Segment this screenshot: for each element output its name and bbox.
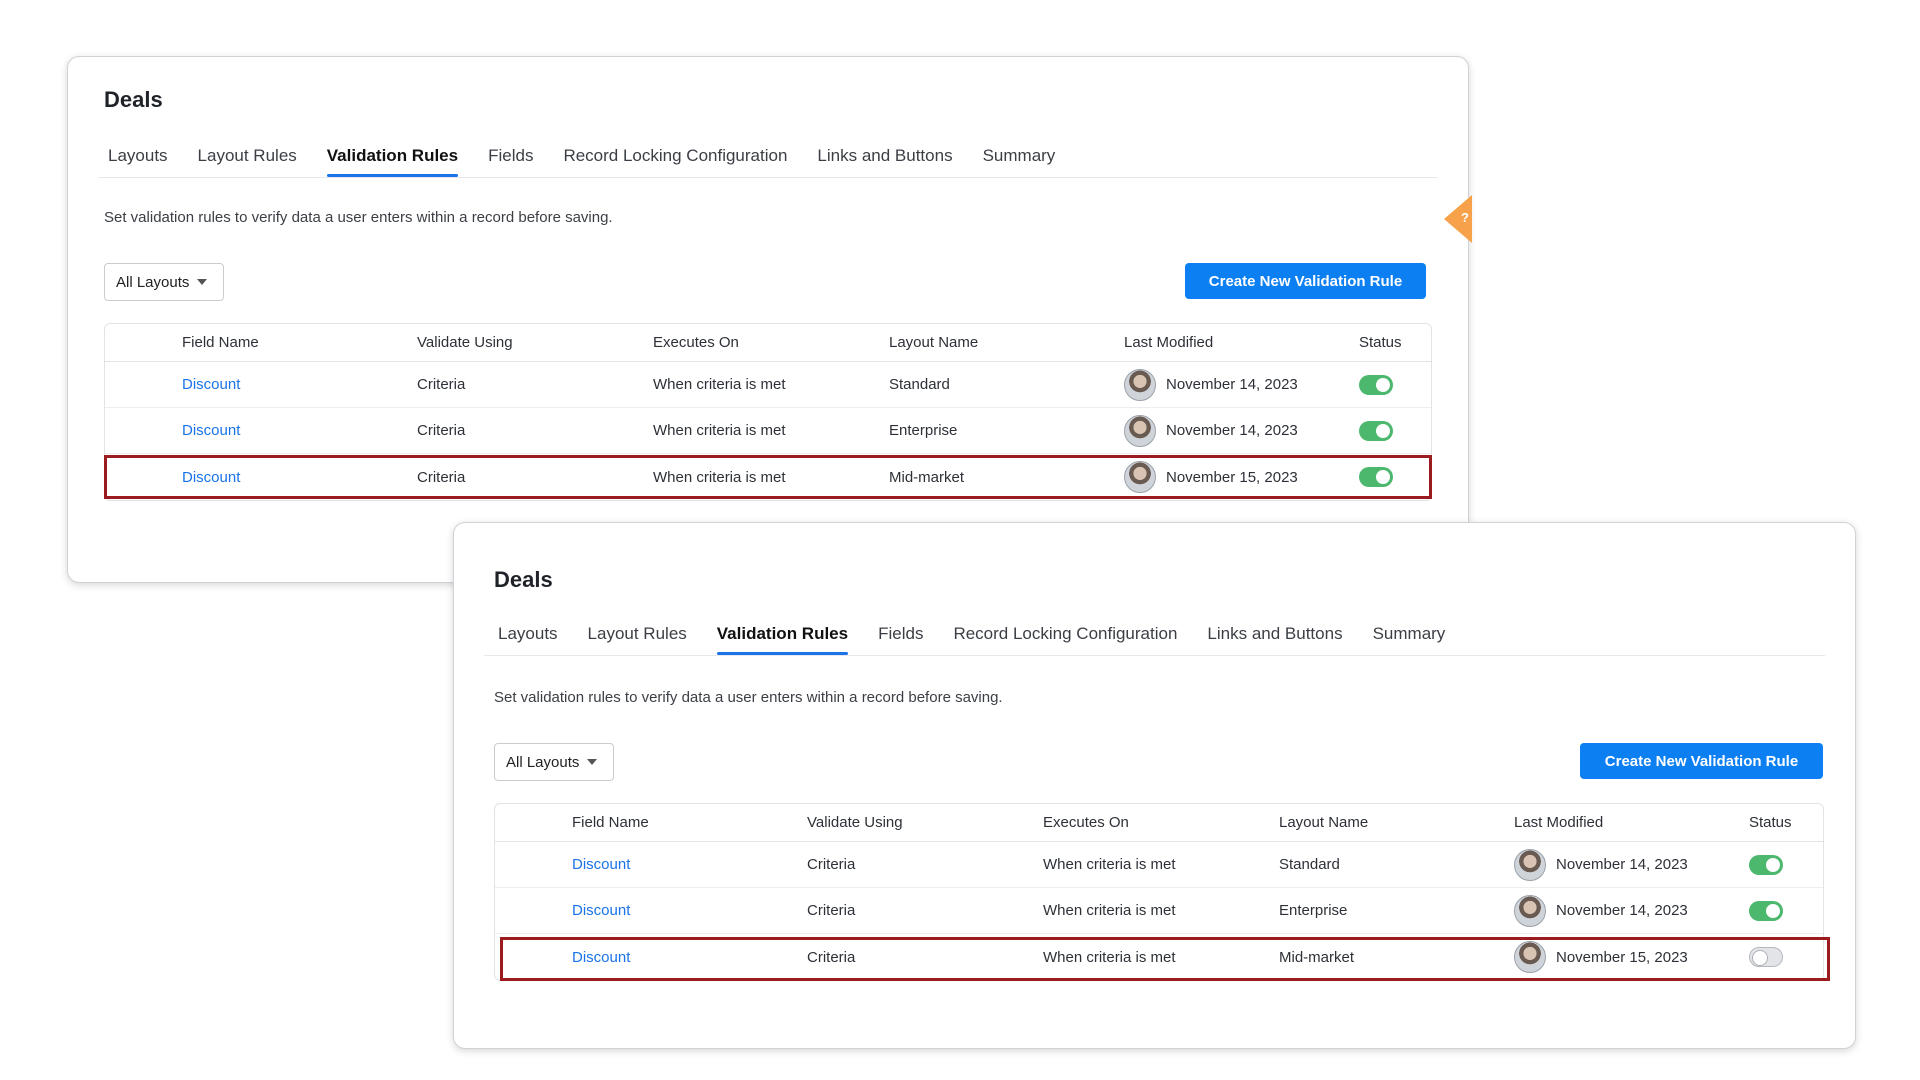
create-validation-rule-button[interactable]: Create New Validation Rule <box>1185 263 1426 299</box>
validate-using-cell: Criteria <box>807 902 856 919</box>
field-name-link[interactable]: Discount <box>572 902 630 919</box>
last-modified-cell: November 15, 2023 <box>1514 941 1688 973</box>
table-row[interactable]: Discount Criteria When criteria is met M… <box>105 454 1431 500</box>
chevron-down-icon <box>587 759 598 765</box>
field-name-link[interactable]: Discount <box>182 469 240 486</box>
table-header: Field Name Validate Using Executes On La… <box>495 804 1823 842</box>
question-mark-icon: ? <box>1461 210 1469 225</box>
layout-name-cell: Enterprise <box>889 422 958 439</box>
validation-rules-table: Field Name Validate Using Executes On La… <box>494 803 1824 981</box>
modified-date: November 14, 2023 <box>1166 376 1298 393</box>
layout-name-cell: Enterprise <box>1279 902 1348 919</box>
status-toggle[interactable] <box>1359 467 1393 487</box>
help-tab[interactable]: ? <box>1444 195 1472 243</box>
validate-using-cell: Criteria <box>417 468 466 486</box>
avatar <box>1514 894 1546 927</box>
table-header: Field Name Validate Using Executes On La… <box>105 324 1431 362</box>
column-header-layout-name[interactable]: Layout Name <box>889 334 978 351</box>
status-toggle[interactable] <box>1749 947 1783 967</box>
avatar <box>1514 848 1546 881</box>
status-toggle[interactable] <box>1749 854 1783 875</box>
column-header-status[interactable]: Status <box>1749 814 1792 831</box>
column-header-last-modified[interactable]: Last Modified <box>1514 814 1603 831</box>
last-modified-cell: November 14, 2023 <box>1124 414 1298 447</box>
tabs-divider <box>484 655 1825 656</box>
column-header-last-modified[interactable]: Last Modified <box>1124 334 1213 351</box>
layout-name-cell: Standard <box>889 376 950 393</box>
avatar <box>1514 941 1546 973</box>
table-row[interactable]: Discount Criteria When criteria is met M… <box>495 934 1823 980</box>
column-header-validate-using[interactable]: Validate Using <box>807 814 903 831</box>
executes-on-cell: When criteria is met <box>653 468 786 486</box>
table-row[interactable]: Discount Criteria When criteria is met E… <box>105 408 1431 454</box>
table-row[interactable]: Discount Criteria When criteria is met S… <box>105 362 1431 408</box>
avatar <box>1124 461 1156 493</box>
column-header-layout-name[interactable]: Layout Name <box>1279 814 1368 831</box>
avatar <box>1124 414 1156 447</box>
validate-using-cell: Criteria <box>417 376 466 393</box>
layout-filter-select[interactable]: All Layouts <box>494 743 614 781</box>
layout-name-cell: Mid-market <box>889 468 965 486</box>
modified-date: November 15, 2023 <box>1556 948 1688 966</box>
field-name-link[interactable]: Discount <box>182 422 240 439</box>
last-modified-cell: November 15, 2023 <box>1124 461 1298 493</box>
modified-date: November 15, 2023 <box>1166 468 1298 486</box>
executes-on-cell: When criteria is met <box>1043 948 1176 966</box>
modified-date: November 14, 2023 <box>1556 856 1688 873</box>
status-toggle[interactable] <box>1749 900 1783 921</box>
validation-rules-panel-after: Deals Layouts Layout Rules Validation Ru… <box>453 522 1856 1049</box>
last-modified-cell: November 14, 2023 <box>1514 848 1688 881</box>
validate-using-cell: Criteria <box>417 422 466 439</box>
modified-date: November 14, 2023 <box>1556 902 1688 919</box>
layout-filter-select[interactable]: All Layouts <box>104 263 224 301</box>
modified-date: November 14, 2023 <box>1166 422 1298 439</box>
create-validation-rule-button[interactable]: Create New Validation Rule <box>1580 743 1823 779</box>
field-name-link[interactable]: Discount <box>572 856 630 873</box>
executes-on-cell: When criteria is met <box>653 422 786 439</box>
validate-using-cell: Criteria <box>807 948 856 966</box>
table-row[interactable]: Discount Criteria When criteria is met E… <box>495 888 1823 934</box>
column-header-field-name[interactable]: Field Name <box>182 334 259 351</box>
executes-on-cell: When criteria is met <box>1043 902 1176 919</box>
tabs-divider <box>98 177 1438 178</box>
layout-filter-value: All Layouts <box>116 273 190 291</box>
field-name-link[interactable]: Discount <box>182 376 240 393</box>
column-header-field-name[interactable]: Field Name <box>572 814 649 831</box>
last-modified-cell: November 14, 2023 <box>1514 894 1688 927</box>
avatar <box>1124 368 1156 401</box>
column-header-executes-on[interactable]: Executes On <box>653 334 739 351</box>
status-toggle[interactable] <box>1359 420 1393 441</box>
validation-rules-table: Field Name Validate Using Executes On La… <box>104 323 1432 501</box>
column-header-validate-using[interactable]: Validate Using <box>417 334 513 351</box>
column-header-status[interactable]: Status <box>1359 334 1402 351</box>
page-title: Deals <box>104 87 163 112</box>
column-header-executes-on[interactable]: Executes On <box>1043 814 1129 831</box>
table-row[interactable]: Discount Criteria When criteria is met S… <box>495 842 1823 888</box>
executes-on-cell: When criteria is met <box>653 376 786 393</box>
field-name-link[interactable]: Discount <box>572 949 630 966</box>
status-toggle[interactable] <box>1359 374 1393 395</box>
layout-name-cell: Mid-market <box>1279 948 1355 966</box>
page-description: Set validation rules to verify data a us… <box>104 209 613 226</box>
chevron-down-icon <box>197 279 208 285</box>
validate-using-cell: Criteria <box>807 856 856 873</box>
page-description: Set validation rules to verify data a us… <box>494 689 1003 706</box>
executes-on-cell: When criteria is met <box>1043 856 1176 873</box>
last-modified-cell: November 14, 2023 <box>1124 368 1298 401</box>
layout-filter-value: All Layouts <box>506 753 580 771</box>
layout-name-cell: Standard <box>1279 856 1340 873</box>
validation-rules-panel-before: Deals Layouts Layout Rules Validation Ru… <box>67 56 1472 583</box>
page-title: Deals <box>494 567 553 592</box>
